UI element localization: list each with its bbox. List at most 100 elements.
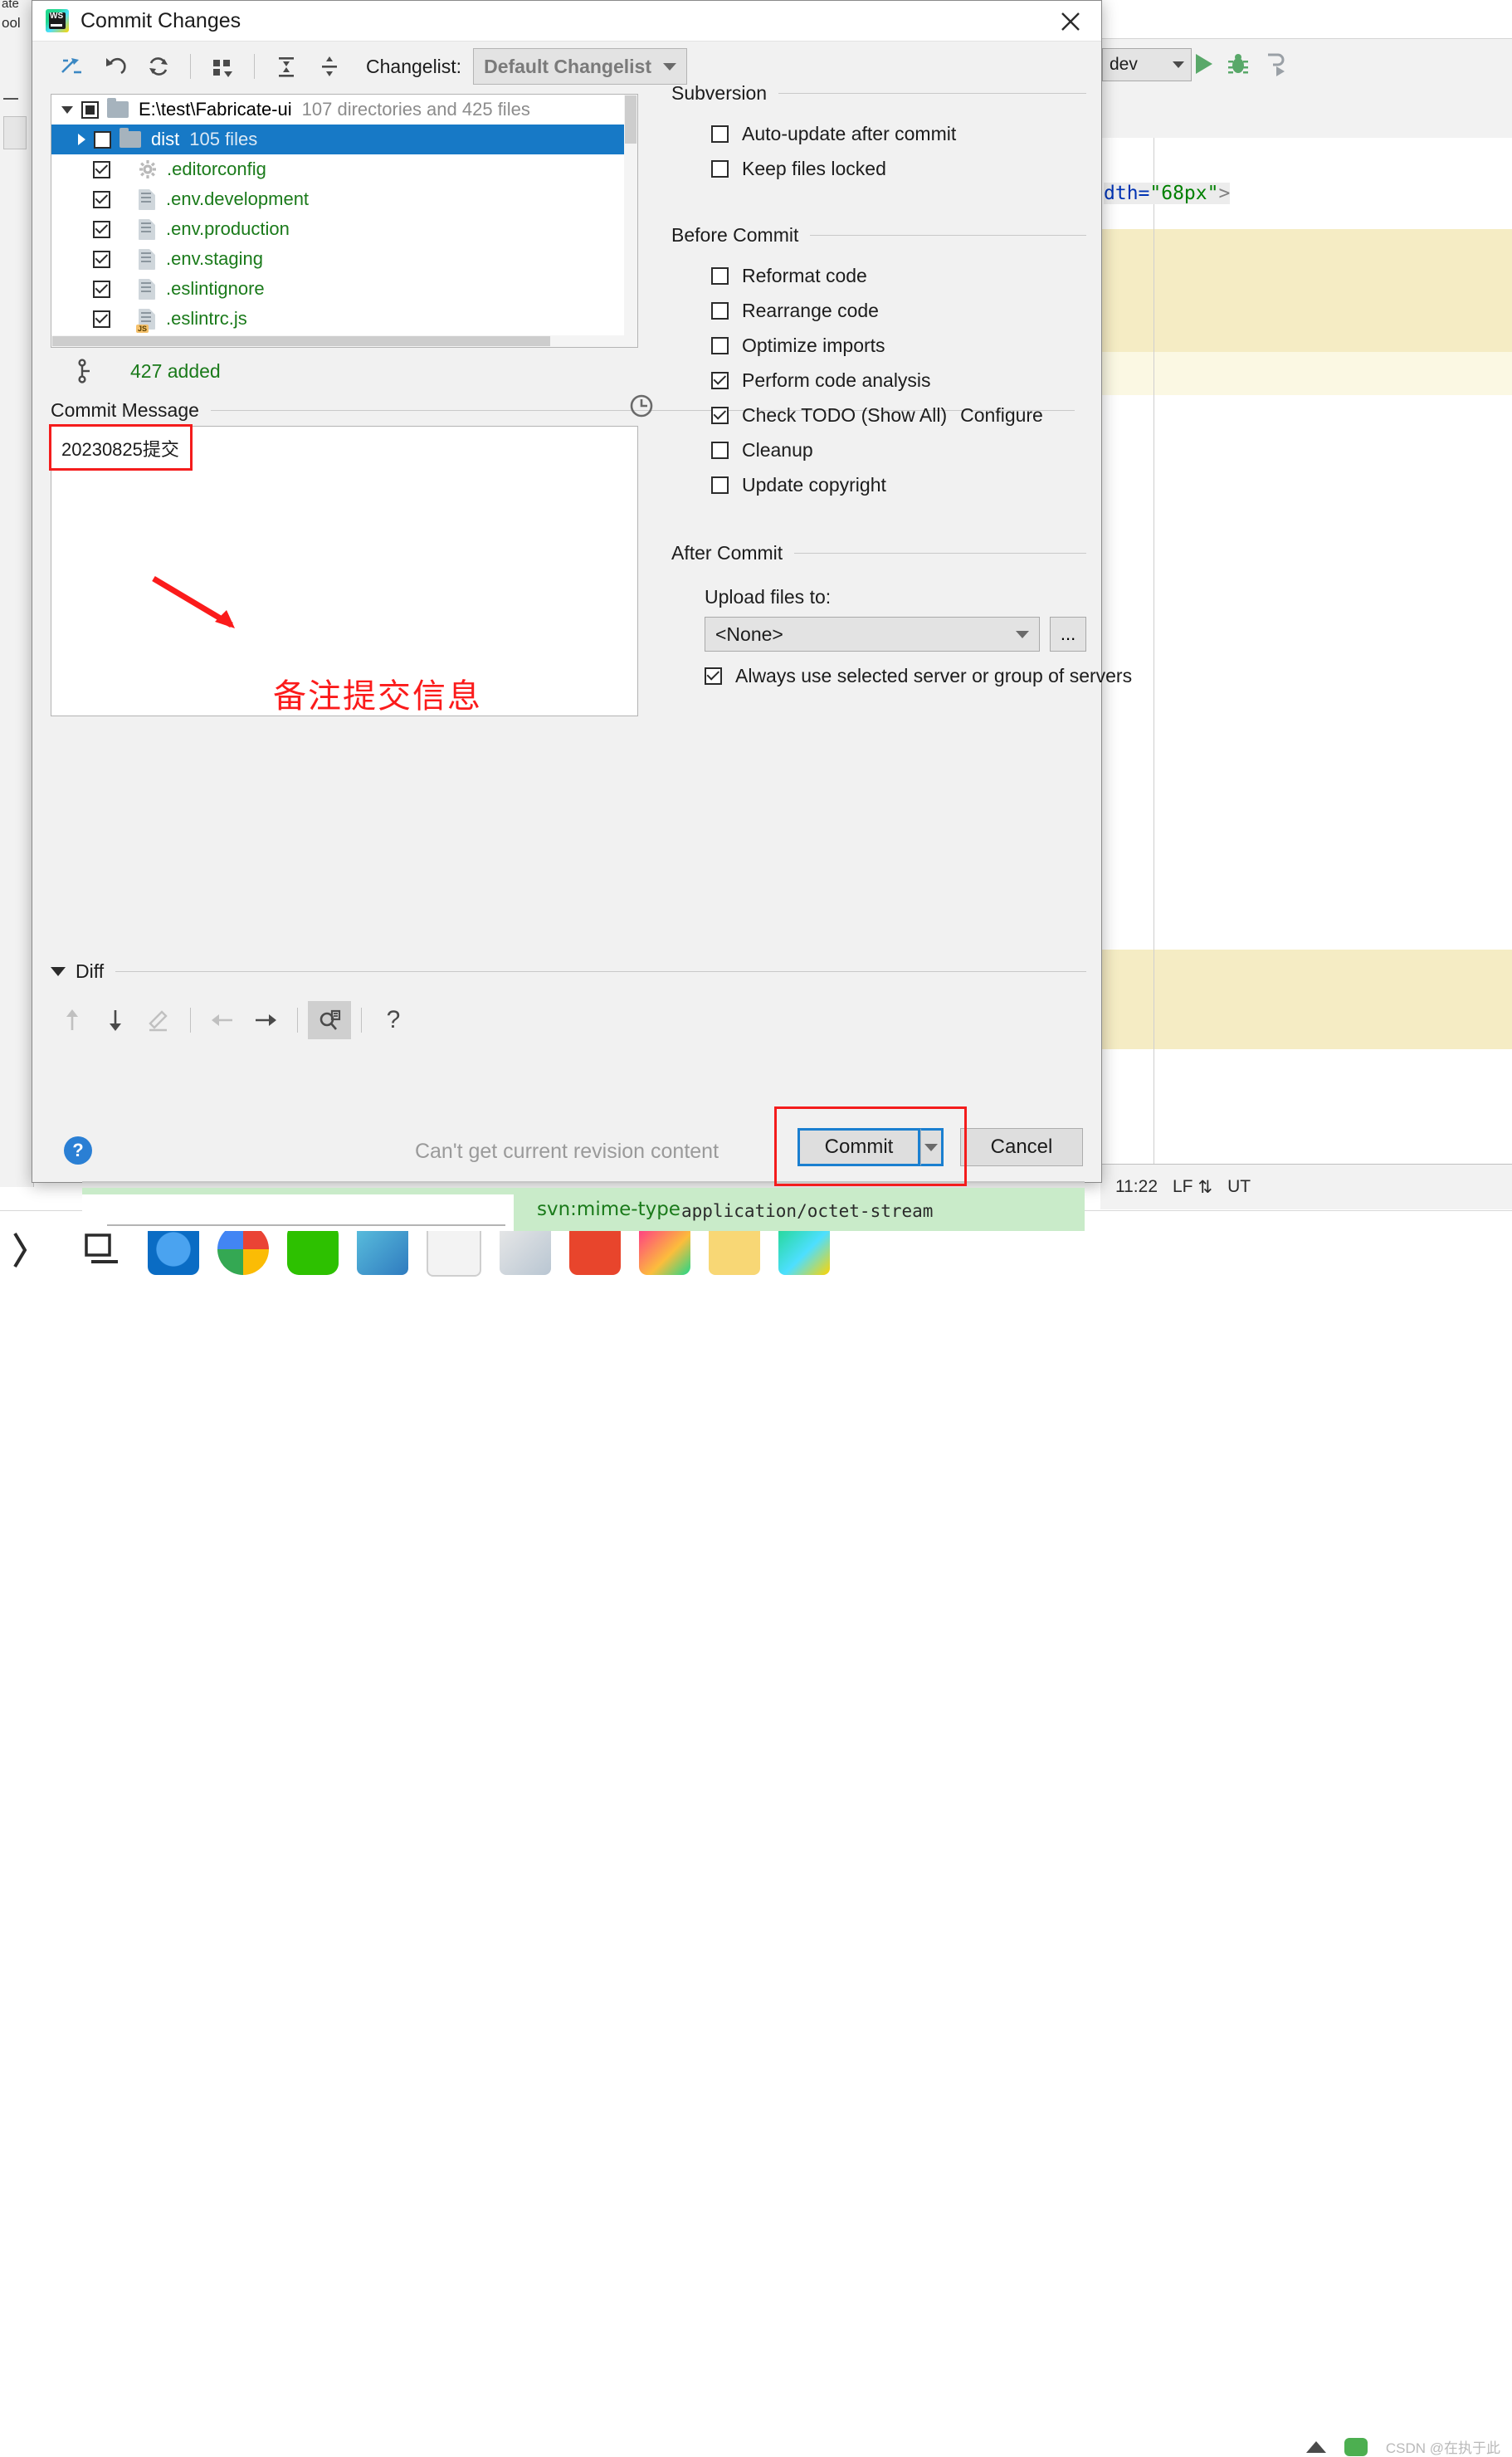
scrollbar-thumb[interactable] (625, 95, 637, 144)
editor-highlight-band-3 (1100, 950, 1512, 1049)
root-checkbox[interactable] (81, 100, 99, 119)
commit-button[interactable]: Commit (797, 1128, 920, 1166)
checkbox-check-todo[interactable]: Check TODO (Show All) Configure (671, 398, 1086, 432)
checkbox-box[interactable] (711, 336, 729, 354)
chevron-down-icon[interactable] (61, 105, 73, 114)
help-button[interactable]: ? (64, 1136, 92, 1165)
explorer-icon[interactable] (357, 1224, 408, 1275)
tong-app-icon[interactable] (569, 1224, 621, 1275)
checkbox-auto-update-after-commit[interactable]: Auto-update after commit (671, 116, 1086, 151)
checkbox-box[interactable] (711, 159, 729, 178)
tree-row[interactable]: dist 105 files (51, 125, 637, 154)
show-diff-icon[interactable] (51, 47, 94, 85)
app-icon[interactable] (500, 1224, 551, 1275)
accept-left-icon[interactable] (201, 1001, 244, 1039)
checkbox-optimize-imports[interactable]: Optimize imports (671, 328, 1086, 363)
checkbox-box[interactable] (711, 301, 729, 320)
tree-row[interactable]: .env.production (51, 214, 637, 244)
row-name: .eslintrc.js (166, 308, 247, 329)
previous-difference-icon[interactable] (51, 1001, 94, 1039)
edit-icon[interactable] (137, 1001, 180, 1039)
refresh-icon[interactable] (137, 47, 180, 85)
folder-icon (107, 98, 129, 118)
tree-row[interactable]: .editorconfig (51, 154, 637, 184)
checkbox-update-copyright[interactable]: Update copyright (671, 467, 1086, 502)
run-configuration-selector[interactable]: dev (1102, 48, 1192, 81)
checkbox-box[interactable] (711, 441, 729, 459)
status-time: 11:22 (1115, 1177, 1158, 1196)
checkbox-rearrange-code[interactable]: Rearrange code (671, 293, 1086, 328)
webstorm-taskbar-icon[interactable] (778, 1224, 830, 1275)
tree-row[interactable]: .eslintignore (51, 274, 637, 304)
checkbox-reformat-code[interactable]: Reformat code (671, 258, 1086, 293)
configure-link[interactable]: Configure (960, 404, 1043, 427)
commit-options-panel: Subversion Auto-update after commit Keep… (671, 82, 1132, 693)
checkbox-box[interactable] (711, 125, 729, 143)
row-checkbox[interactable] (93, 190, 110, 208)
intellij-icon[interactable] (639, 1224, 690, 1275)
row-checkbox[interactable] (94, 130, 111, 149)
run-icon[interactable] (1193, 51, 1214, 76)
expand-all-icon[interactable] (265, 47, 308, 85)
checkbox-always-use-selected-server[interactable]: Always use selected server or group of s… (671, 658, 1132, 693)
tree-row[interactable]: JS .eslintrc.js (51, 304, 637, 334)
commit-dropdown-button[interactable] (920, 1128, 944, 1166)
tree-vertical-scrollbar[interactable] (624, 95, 637, 347)
changed-files-tree[interactable]: E:\test\Fabricate-ui 107 directories and… (51, 94, 638, 348)
checkbox-perform-code-analysis[interactable]: Perform code analysis (671, 363, 1086, 398)
ide-tool-button[interactable] (3, 116, 27, 149)
folder-icon[interactable] (709, 1224, 760, 1275)
status-encoding[interactable]: UT (1227, 1177, 1251, 1197)
compare-icon[interactable] (308, 1001, 351, 1039)
changelist-select[interactable]: Default Changelist (473, 48, 688, 85)
code-bracket: > (1218, 183, 1231, 204)
show-hidden-icons-icon[interactable] (1305, 2440, 1326, 2453)
row-checkbox[interactable] (93, 250, 110, 268)
close-icon[interactable] (1055, 6, 1086, 37)
ide-left-label-top: ate (2, 0, 19, 11)
windows-taskbar: CSDN @在执于此 (0, 1210, 1512, 2456)
accept-right-icon[interactable] (244, 1001, 287, 1039)
task-view-icon[interactable] (78, 1224, 129, 1275)
status-line-separator[interactable]: LF (1173, 1177, 1193, 1197)
chrome-icon[interactable] (217, 1224, 269, 1275)
row-checkbox[interactable] (93, 160, 110, 178)
checkbox-box[interactable] (711, 371, 729, 389)
collapse-triangle-icon[interactable] (51, 967, 66, 976)
tree-row[interactable]: .env.staging (51, 244, 637, 274)
checkbox-keep-files-locked[interactable]: Keep files locked (671, 151, 1086, 186)
upload-target-select[interactable]: <None> (705, 617, 1041, 652)
start-icon[interactable] (8, 1224, 60, 1275)
revert-icon[interactable] (94, 47, 137, 85)
mime-underline (107, 1224, 505, 1226)
checkbox-box[interactable] (705, 667, 722, 685)
cancel-button[interactable]: Cancel (960, 1128, 1083, 1166)
checkbox-cleanup[interactable]: Cleanup (671, 432, 1086, 467)
row-name: .eslintignore (166, 278, 265, 299)
wechat-tray-icon[interactable] (1344, 2437, 1368, 2456)
diff-section-header[interactable]: Diff (51, 960, 1086, 983)
edge-icon[interactable] (148, 1224, 199, 1275)
row-checkbox[interactable] (93, 310, 110, 328)
wechat-icon[interactable] (287, 1224, 339, 1275)
chevron-right-icon[interactable] (78, 134, 85, 145)
rerun-icon[interactable] (1263, 51, 1286, 76)
checkbox-box[interactable] (711, 406, 729, 424)
tree-horizontal-scrollbar[interactable] (51, 335, 626, 347)
scrollbar-thumb[interactable] (52, 336, 550, 346)
tree-row-root[interactable]: E:\test\Fabricate-ui 107 directories and… (51, 95, 637, 125)
next-difference-icon[interactable] (94, 1001, 137, 1039)
group-by-icon[interactable] (201, 47, 244, 85)
ide-editor-area[interactable] (1100, 138, 1512, 1164)
help-icon[interactable]: ? (372, 1001, 415, 1039)
history-icon[interactable] (628, 393, 655, 419)
checkbox-box[interactable] (711, 476, 729, 494)
row-checkbox[interactable] (93, 280, 110, 298)
tree-row[interactable]: .env.development (51, 184, 637, 214)
checkbox-box[interactable] (711, 266, 729, 285)
changes-summary: 427 added (51, 353, 221, 389)
row-checkbox[interactable] (93, 220, 110, 238)
debug-icon[interactable] (1227, 51, 1250, 76)
browse-servers-button[interactable]: ... (1050, 617, 1086, 652)
collapse-all-icon[interactable] (308, 47, 351, 85)
